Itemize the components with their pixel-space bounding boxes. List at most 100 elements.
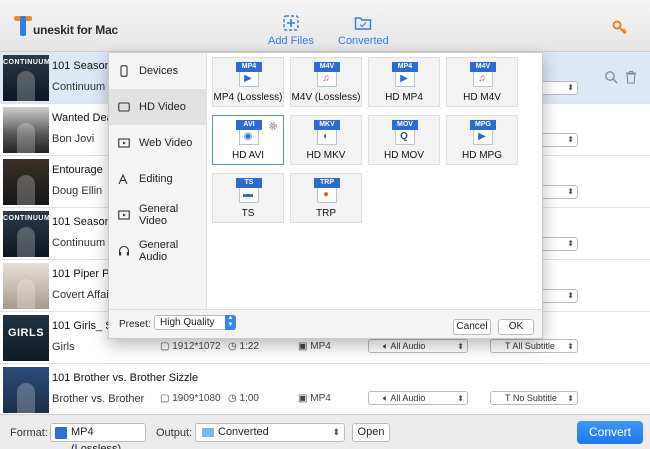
web-video-icon — [118, 138, 130, 148]
category-devices[interactable]: Devices — [109, 53, 207, 89]
device-icon — [120, 65, 128, 77]
format-tile-ts[interactable]: TS ▬ TS — [212, 173, 284, 223]
category-editing[interactable]: Editing — [109, 161, 207, 197]
format-tile-hd-mp4[interactable]: MP4 ▶ HD MP4 — [368, 57, 440, 107]
logo-mark-icon — [14, 14, 32, 38]
add-files-button[interactable]: Add Files — [268, 14, 314, 47]
video-format: ▣ MP4 — [298, 341, 331, 352]
preset-label: Preset: — [119, 319, 151, 330]
stepper-icon: ▲ ▼ — [225, 315, 236, 330]
quicktime-icon: Q — [400, 131, 408, 142]
format-label: Format: — [10, 427, 48, 439]
reel-icon: ● — [322, 189, 330, 200]
subtitle-select[interactable]: ⬍ — [543, 237, 578, 251]
thumbnail: CONTINUUM — [3, 55, 49, 101]
format-tile-hd-mpg[interactable]: MPG ▶ HD MPG — [446, 115, 518, 165]
thumbnail — [3, 159, 49, 205]
format-tile-hd-avi[interactable]: AVI ◉ HD AVI — [212, 115, 284, 165]
app-logo: uneskit for Mac — [14, 14, 118, 38]
subtitle-select[interactable]: T No Subtitle ⬍ — [490, 391, 578, 405]
subtitle-select[interactable]: ⬍ — [543, 185, 578, 199]
subtitle-select[interactable]: T All Subtitle ⬍ — [490, 339, 578, 353]
duration: ◷ 1:22 — [228, 341, 259, 352]
add-files-label: Add Files — [268, 35, 314, 47]
resolution: ▢ 1909*1080 — [160, 393, 221, 404]
format-tile-hd-mkv[interactable]: MKV ◐ HD MKV — [290, 115, 362, 165]
thumbnail — [3, 367, 49, 413]
play-icon: ▶ — [400, 73, 408, 84]
app-window: uneskit for Mac Add Files Converted CONT… — [0, 0, 650, 449]
bottom-bar: Format: MP4 (Lossless) Output: Converted… — [0, 414, 650, 449]
play-icon: ▶ — [244, 73, 252, 84]
mkv-icon: ◐ — [322, 131, 330, 142]
editing-icon — [118, 173, 128, 185]
headphones-icon — [118, 245, 130, 256]
search-icon[interactable] — [604, 70, 618, 84]
converted-button[interactable]: Converted — [338, 14, 389, 47]
list-item[interactable]: 101 Brother vs. Brother Sizzle Brother v… — [0, 364, 650, 416]
format-tile-m4v-lossless[interactable]: M4V ♫ M4V (Lossless) — [290, 57, 362, 107]
hd-video-icon — [118, 102, 130, 112]
preset-select[interactable]: High Quality ▲ ▼ — [154, 315, 236, 330]
format-dialog: Devices HD Video Web Video Editing Gener… — [108, 52, 543, 339]
output-value: Converted — [218, 426, 269, 438]
format-select[interactable]: MP4 (Lossless) — [50, 423, 146, 449]
format-icon — [55, 427, 67, 439]
duration: ◷ 1:00 — [228, 393, 259, 404]
thumbnail: CONTINUUM — [3, 211, 49, 257]
trash-icon[interactable] — [624, 70, 638, 84]
category-general-video[interactable]: General Video — [109, 197, 207, 233]
dialog-footer: Preset: High Quality ▲ ▼ Cancel OK — [109, 309, 542, 338]
converted-label: Converted — [338, 35, 389, 47]
output-label: Output: — [156, 427, 193, 439]
format-tile-mp4-lossless[interactable]: MP4 ▶ MP4 (Lossless) — [212, 57, 284, 107]
thumbnail — [3, 263, 49, 309]
item-subtitle: Bon Jovi — [52, 133, 95, 145]
cancel-button[interactable]: Cancel — [453, 319, 491, 335]
format-tile-hd-mov[interactable]: MOV Q HD MOV — [368, 115, 440, 165]
audio-select[interactable]: 🔈︎ All Audio ⬍ — [368, 339, 468, 353]
item-title: Entourage — [52, 164, 103, 176]
thumbnail: GIRLS — [3, 315, 49, 361]
disc-icon: ◉ — [243, 131, 253, 142]
category-web-video[interactable]: Web Video — [109, 125, 207, 161]
item-subtitle: Brother vs. Brother — [52, 393, 145, 405]
item-subtitle: Doug Ellin — [52, 185, 103, 197]
format-value: MP4 (Lossless) — [71, 426, 122, 449]
gear-icon[interactable] — [267, 120, 279, 132]
open-button[interactable]: Open — [352, 423, 390, 442]
format-grid: MP4 ▶ MP4 (Lossless) M4V ♫ M4V (Lossless… — [208, 53, 542, 309]
item-subtitle: Girls — [52, 341, 75, 353]
format-tile-trp[interactable]: TRP ● TRP — [290, 173, 362, 223]
chevron-updown-icon: ⬍ — [332, 427, 340, 437]
add-files-icon — [283, 15, 299, 31]
film-icon: ▬ — [243, 189, 253, 200]
subtitle-select[interactable]: ⬍ — [543, 133, 578, 147]
toolbar: uneskit for Mac Add Files Converted — [0, 0, 650, 52]
item-subtitle: Continuum — [52, 237, 106, 249]
subtitle-select[interactable]: ⬍ — [543, 289, 578, 303]
audio-select[interactable]: 🔈︎ All Audio ⬍ — [368, 391, 468, 405]
category-list: Devices HD Video Web Video Editing Gener… — [109, 53, 207, 309]
category-general-audio[interactable]: General Audio — [109, 233, 207, 269]
ok-button[interactable]: OK — [498, 319, 534, 335]
resolution: ▢ 1912*1072 — [160, 341, 221, 352]
convert-button[interactable]: Convert — [577, 421, 643, 444]
category-hd-video[interactable]: HD Video — [109, 89, 207, 125]
app-name: uneskit for Mac — [33, 23, 119, 37]
general-video-icon — [118, 210, 130, 220]
row-tools — [604, 70, 638, 84]
music-note-icon: ♫ — [322, 73, 330, 84]
folder-icon — [355, 17, 372, 30]
format-tile-hd-m4v[interactable]: M4V ♫ HD M4V — [446, 57, 518, 107]
key-icon[interactable] — [612, 20, 628, 36]
item-title: 101 Brother vs. Brother Sizzle — [52, 372, 199, 384]
subtitle-select[interactable]: ⬍ — [543, 81, 578, 95]
video-format: ▣ MP4 — [298, 393, 331, 404]
music-note-icon: ♫ — [478, 73, 486, 84]
folder-icon — [202, 428, 214, 437]
item-subtitle: Continuum — [52, 81, 106, 93]
output-select[interactable]: Converted ⬍ — [195, 423, 345, 442]
thumbnail — [3, 107, 49, 153]
play-icon: ▶ — [478, 131, 486, 142]
